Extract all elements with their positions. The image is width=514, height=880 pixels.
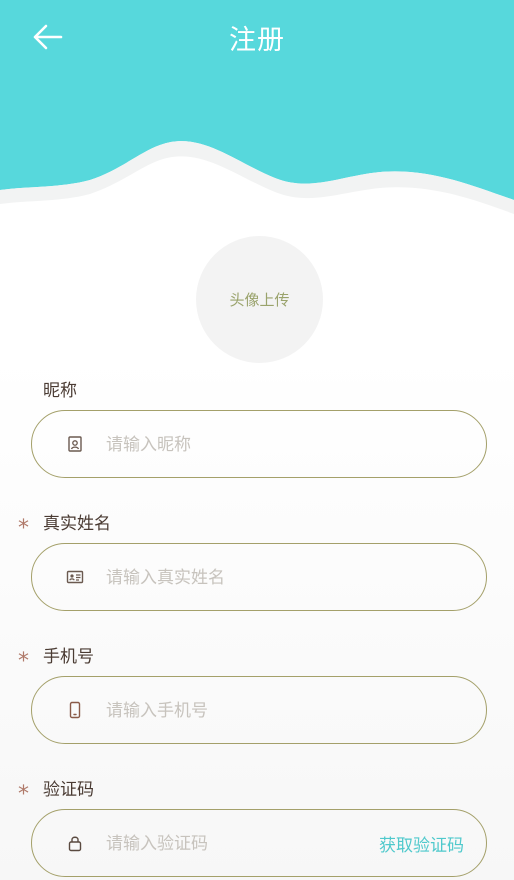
- required-mark: *: [18, 649, 29, 674]
- required-mark: *: [18, 516, 29, 541]
- real-name-field[interactable]: [31, 543, 487, 612]
- user-card-icon: [68, 436, 82, 452]
- phone-field[interactable]: [31, 676, 487, 745]
- avatar-upload-label: 头像上传: [229, 291, 290, 309]
- header: 注册: [0, 0, 514, 230]
- code-input[interactable]: [104, 810, 348, 878]
- page-title: 注册: [229, 25, 285, 56]
- nickname-input[interactable]: [104, 411, 368, 479]
- get-code-button[interactable]: 获取验证码: [379, 810, 464, 876]
- avatar-upload[interactable]: 头像上传: [196, 236, 323, 363]
- code-label: 验证码: [43, 780, 94, 800]
- phone-label: 手机号: [43, 647, 94, 667]
- required-mark: *: [18, 782, 29, 807]
- lock-icon: [68, 836, 82, 852]
- nickname-label: 昵称: [43, 381, 77, 401]
- phone-icon: [69, 701, 81, 719]
- phone-input[interactable]: [104, 677, 368, 745]
- real-name-label: 真实姓名: [43, 514, 111, 534]
- real-name-input[interactable]: [104, 544, 368, 612]
- nickname-field[interactable]: [31, 410, 487, 479]
- code-field[interactable]: 获取验证码: [31, 809, 487, 878]
- id-card-icon: [66, 570, 84, 584]
